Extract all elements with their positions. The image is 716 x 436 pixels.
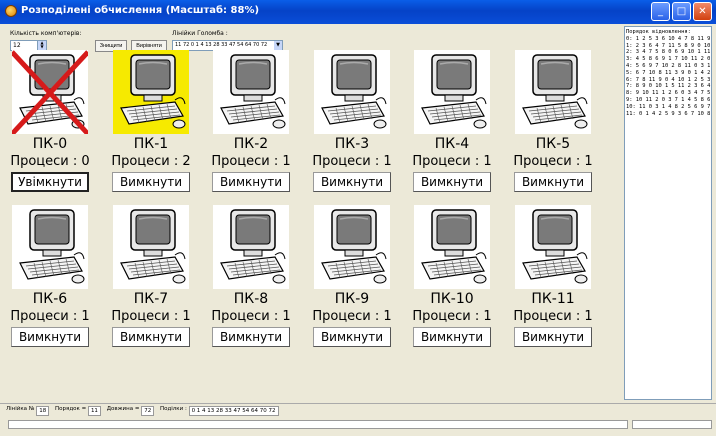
recovery-order-line: 11: 0 1 4 2 5 9 3 6 7 10 8 xyxy=(626,110,711,117)
recovery-order-line: 9: 10 11 2 0 3 7 1 4 5 8 6 xyxy=(626,96,711,103)
divisions-label: Поділки : xyxy=(159,406,187,412)
computer-icon xyxy=(321,54,387,129)
computer-name: ПК-2 xyxy=(233,136,269,152)
computer-name: ПК-7 xyxy=(133,291,169,307)
computer-image[interactable] xyxy=(314,205,390,289)
close-icon[interactable]: ✕ xyxy=(693,2,712,21)
minimize-icon[interactable]: _ xyxy=(651,2,670,21)
computer-name: ПК-8 xyxy=(233,291,269,307)
computer-image[interactable] xyxy=(414,50,490,134)
divisions-value: 0 1 4 13 28 33 47 54 64 70 72 xyxy=(188,406,279,416)
process-count: Процеси : 1 xyxy=(312,309,392,324)
order-value: 11 xyxy=(87,406,101,416)
computer-image[interactable] xyxy=(113,50,189,134)
toggle-computer-button[interactable]: Вимкнути xyxy=(112,327,190,347)
toggle-computer-button[interactable]: Вимкнути xyxy=(413,172,491,192)
computer-icon xyxy=(120,209,186,284)
recovery-order-line: 2: 3 4 7 5 8 0 6 9 10 1 11 xyxy=(626,49,711,56)
computer-name: ПК-9 xyxy=(334,291,370,307)
computer-name: ПК-0 xyxy=(32,136,68,152)
computer-image[interactable] xyxy=(213,205,289,289)
maximize-icon[interactable]: □ xyxy=(672,2,691,21)
toggle-computer-button[interactable]: Вимкнути xyxy=(11,327,89,347)
process-count: Процеси : 1 xyxy=(211,154,291,169)
process-count: Процеси : 1 xyxy=(513,154,593,169)
toggle-computer-button[interactable]: Вимкнути xyxy=(212,327,290,347)
process-count: Процеси : 1 xyxy=(412,154,492,169)
computer-name: ПК-5 xyxy=(535,136,571,152)
computer-image[interactable] xyxy=(213,50,289,134)
computer-icon xyxy=(522,209,588,284)
computer-image[interactable] xyxy=(314,50,390,134)
computer-icon xyxy=(421,209,487,284)
computer-icon xyxy=(12,50,88,134)
recovery-order-line: 5: 6 7 10 8 11 3 9 0 1 4 2 xyxy=(626,69,711,76)
process-count: Процеси : 2 xyxy=(111,154,191,169)
process-count: Процеси : 1 xyxy=(412,309,492,324)
computer-image[interactable] xyxy=(515,50,591,134)
process-count: Процеси : 1 xyxy=(211,309,291,324)
progress-bar xyxy=(8,420,628,429)
recovery-order-panel: Порядок відновлення: 0: 1 2 5 3 6 10 4 7… xyxy=(624,26,712,400)
golomb-lines-label: Лінійки Голомба : xyxy=(172,30,228,37)
computer-count-value: 12 xyxy=(13,42,21,49)
process-count: Процеси : 1 xyxy=(111,309,191,324)
computer-image[interactable] xyxy=(414,205,490,289)
recovery-order-line: 0: 1 2 5 3 6 10 4 7 8 11 9 xyxy=(626,35,711,42)
recovery-order-line: 1: 2 3 6 4 7 11 5 8 9 0 10 xyxy=(626,42,711,49)
computer-icon xyxy=(220,54,286,129)
computer-name: ПК-11 xyxy=(531,291,575,307)
toggle-computer-button[interactable]: Вимкнути xyxy=(514,327,592,347)
toggle-computer-button[interactable]: Вимкнути xyxy=(313,172,391,192)
computer-image[interactable] xyxy=(12,50,88,134)
toggle-computer-button[interactable]: Вимкнути xyxy=(212,172,290,192)
computer-icon xyxy=(120,54,186,129)
title-bar: Розподілені обчислення (Масштаб: 88%) _ … xyxy=(0,0,716,24)
recovery-order-line: 3: 4 5 8 6 9 1 7 10 11 2 0 xyxy=(626,56,711,63)
computer-name: ПК-10 xyxy=(430,291,474,307)
process-count: Процеси : 1 xyxy=(312,154,392,169)
computer-icon xyxy=(522,54,588,129)
computer-image[interactable] xyxy=(12,205,88,289)
computer-icon xyxy=(19,209,85,284)
order-label: Порядок = xyxy=(55,406,87,412)
golomb-lines-value: 11 72 0 1 4 13 28 33 47 54 64 70 72 xyxy=(175,42,268,48)
app-icon xyxy=(5,5,17,17)
process-count: Процеси : 1 xyxy=(10,309,90,324)
computer-name: ПК-1 xyxy=(133,136,169,152)
spinner-arrows-icon[interactable]: ▲ ▼ xyxy=(37,41,46,50)
status-bar: Лінійка № 18 Порядок = 11 Довжина = 72 П… xyxy=(6,406,283,416)
toggle-computer-button[interactable]: Увімкнути xyxy=(11,172,89,192)
progress-bar-secondary xyxy=(632,420,712,429)
toggle-computer-button[interactable]: Вимкнути xyxy=(112,172,190,192)
computer-icon xyxy=(220,209,286,284)
chevron-down-icon[interactable]: ▼ xyxy=(274,41,282,50)
recovery-order-line: 10: 11 0 3 1 4 8 2 5 6 9 7 xyxy=(626,103,711,110)
computer-name: ПК-3 xyxy=(334,136,370,152)
process-count: Процеси : 0 xyxy=(10,154,90,169)
recovery-order-line: 6: 7 8 11 9 0 4 10 1 2 5 3 xyxy=(626,76,711,83)
computer-icon xyxy=(321,209,387,284)
recovery-order-line: 7: 8 9 0 10 1 5 11 2 3 6 4 xyxy=(626,83,711,90)
computer-name: ПК-6 xyxy=(32,291,68,307)
recovery-order-title: Порядок відновлення: xyxy=(626,29,691,35)
window-controls: _ □ ✕ xyxy=(651,2,712,21)
computer-image[interactable] xyxy=(515,205,591,289)
line-number-label: Лінійка № xyxy=(6,406,35,412)
length-value: 72 xyxy=(141,406,155,416)
length-label: Довжина = xyxy=(106,406,140,412)
line-number-value: 18 xyxy=(36,406,50,416)
window-title: Розподілені обчислення (Масштаб: 88%) xyxy=(21,5,260,16)
toggle-computer-button[interactable]: Вимкнути xyxy=(514,172,592,192)
process-count: Процеси : 1 xyxy=(513,309,593,324)
toggle-computer-button[interactable]: Вимкнути xyxy=(413,327,491,347)
computer-image[interactable] xyxy=(113,205,189,289)
computer-name: ПК-4 xyxy=(434,136,470,152)
toggle-computer-button[interactable]: Вимкнути xyxy=(313,327,391,347)
computer-icon xyxy=(421,54,487,129)
computer-count-label: Кількість комп'ютерів: xyxy=(10,30,82,37)
status-separator xyxy=(0,403,716,404)
recovery-order-line: 8: 9 10 11 1 2 6 0 3 4 7 5 xyxy=(626,90,711,97)
recovery-order-line: 4: 5 6 9 7 10 2 8 11 0 3 1 xyxy=(626,62,711,69)
